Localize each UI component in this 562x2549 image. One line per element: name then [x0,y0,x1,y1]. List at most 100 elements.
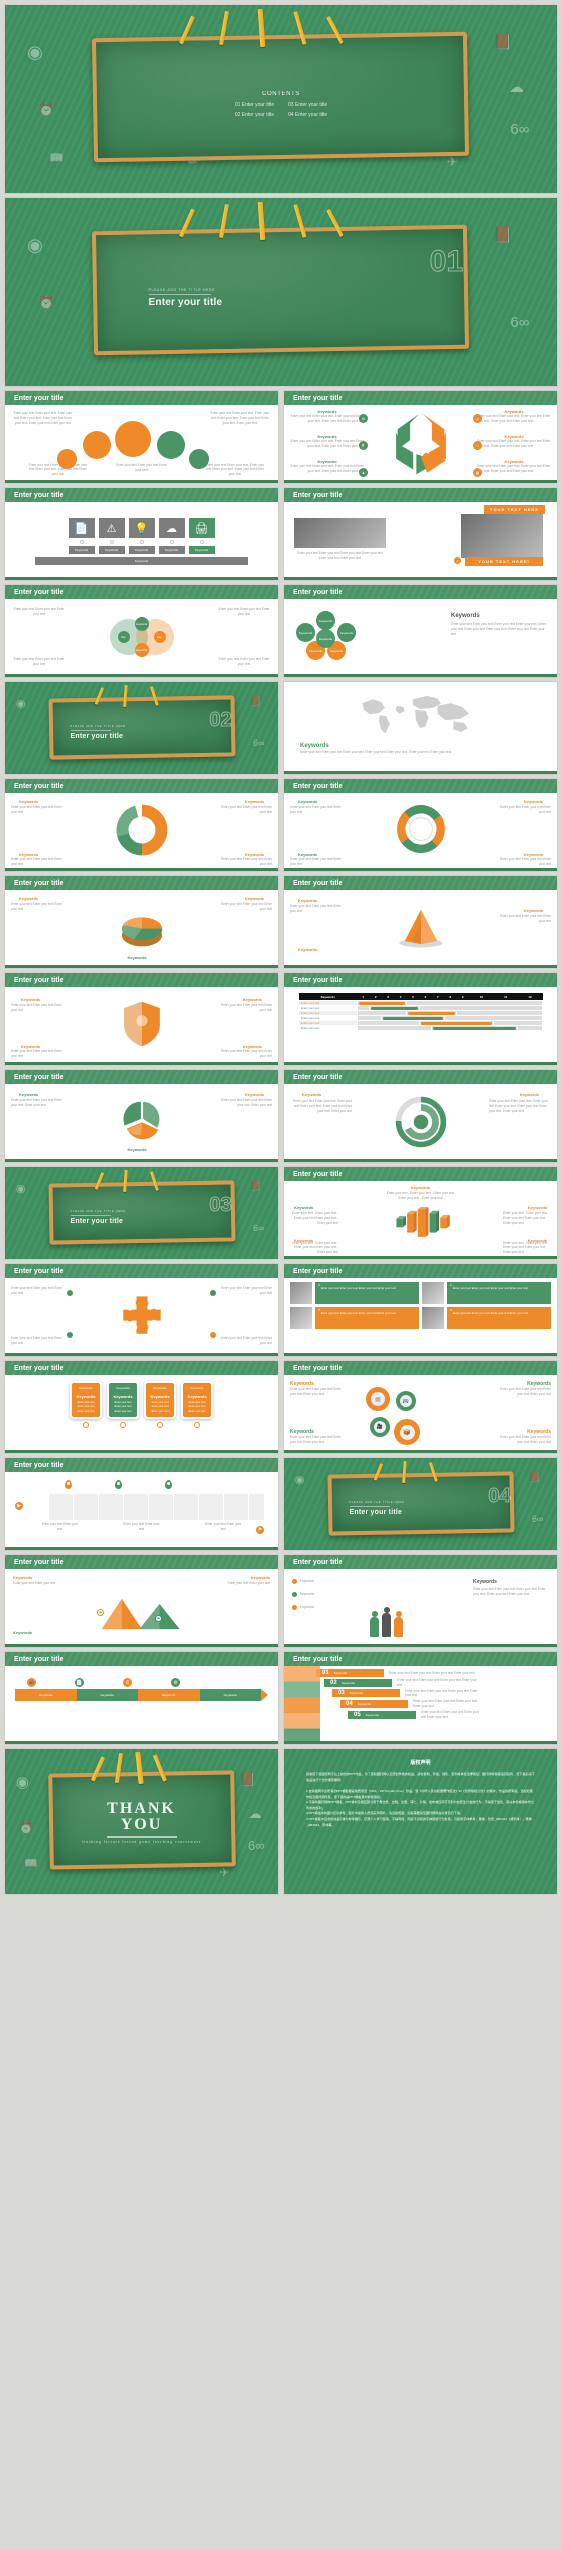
slide-donut[interactable]: Enter your title Keywords Enter your tex… [5,779,278,871]
gear-shape-4[interactable]: Keywords [154,428,188,462]
venn-node-right[interactable]: Key [153,631,166,643]
slide-timeline[interactable]: Enter your title Enter your text Enter y… [5,1458,278,1550]
venn-node-top[interactable]: Keywords [134,617,149,631]
badge-your-text-here[interactable]: YOUR TEXT HERE [483,505,545,514]
bulb-icon[interactable]: 💡 [359,441,368,450]
card-3[interactable]: Keywords Keywords Enter your text Enter … [144,1381,176,1420]
puzzle-node-2[interactable] [210,1290,216,1296]
box-icon[interactable]: 📦 [391,1416,423,1448]
cloud-icon[interactable]: ☁ [158,518,185,538]
process-step-4[interactable]: Keywords [199,1689,261,1701]
contents-item-3[interactable]: 03 Enter your title [288,102,327,108]
slide-numbered-list[interactable]: Enter your title 01 Keywords Enter your … [284,1652,557,1744]
slide-photos[interactable]: Enter your title YOUR TEXT HERE Enter yo… [284,488,557,580]
contents-item-2[interactable]: 02 Enter your title [235,112,274,118]
card-2[interactable]: Keywords Keywords Enter your text Enter … [107,1381,139,1420]
slide-shutter[interactable]: Enter your title Keywords Enter your tex… [284,391,557,483]
slide-mountains[interactable]: Enter your title Keywords Enter your tex… [5,1555,278,1647]
calculator-icon[interactable]: ▦ [363,1384,393,1414]
process-step-1[interactable]: Keywords [15,1689,77,1701]
petal-6[interactable]: Keywords [316,629,335,648]
play-icon[interactable]: ▶ [15,1502,23,1510]
gear-shape-2[interactable]: Keywords [80,428,114,462]
list-item[interactable]: 02 Keywords Enter your text Enter your t… [324,1678,553,1688]
puzzle-node-3[interactable] [67,1332,73,1338]
gear-icon[interactable]: ⚙ [171,1678,180,1687]
testimonial-card-2[interactable]: ” Enter your text Enter your text Enter … [447,1282,551,1304]
slide-cover[interactable]: ◉ ⏰ 📖 📕 ☁ 6∞ ✈ ☕ CONTENTS 01 Enter your … [5,5,557,193]
slide-venn[interactable]: Enter your title Enter your text Enter y… [5,585,278,677]
slide-thank-you[interactable]: ◉ ⏰ 📖 📕 ☁ 6∞ ✈ THANK YOU teaching lectur… [5,1749,278,1894]
document-icon[interactable]: 📄 [75,1678,84,1687]
slide-shield[interactable]: Enter your title Keywords Enter your tex… [5,973,278,1065]
section-title[interactable]: Enter your title [149,297,223,308]
businessman-world-map-photo[interactable] [461,514,543,558]
venn-node-bottom[interactable]: Keywords [134,643,149,657]
slide-pyramid[interactable]: Enter your title Keywords Enter your tex… [284,876,557,968]
woman2-avatar[interactable] [290,1307,312,1329]
printer-icon[interactable]: 🖨 [188,518,215,538]
slide-people[interactable]: Enter your title Keywords Keywords Keywo… [284,1555,557,1647]
process-step-3[interactable]: Keywords [138,1689,200,1701]
chart-icon[interactable]: ▦ [473,468,482,477]
petal-3[interactable]: Keywords [337,623,356,642]
contents-item-4[interactable]: 04 Enter your title [288,112,327,118]
testimonial-card-3[interactable]: ” Enter your text Enter your text Enter … [315,1307,419,1329]
mountains-shape[interactable] [98,1591,186,1637]
list-item[interactable]: 05 Keywords Enter your text Enter your t… [348,1710,553,1720]
section-title[interactable]: Enter your title [350,1509,403,1516]
puzzle-node-4[interactable] [210,1332,216,1338]
cta-button[interactable]: YOUR TEXT HERE! [465,557,543,566]
slide-icon-row[interactable]: Enter your title 📄 Keywords ⚠ Keywords 💡… [5,488,278,580]
slide-puzzle[interactable]: Enter your title Enter your text Enter y… [5,1264,278,1356]
petal-1[interactable]: Keywords [316,611,335,630]
slide-blocks3d[interactable]: Enter your title Keywords Enter your tex… [284,1167,557,1259]
card-4[interactable]: Keywords Keywords Enter your text Enter … [181,1381,213,1420]
slide-section-01[interactable]: ◉ ⏰ 📕 6∞ 01 PLEASE ADD THE TITLE HERE En… [5,198,557,386]
testimonial-card-1[interactable]: ” Enter your text Enter your text Enter … [315,1282,419,1304]
gear-icon[interactable]: ⚙ [359,414,368,423]
donut-chart[interactable] [115,803,169,857]
map-pin-icon-1[interactable] [65,1480,72,1489]
list-item[interactable]: 01 Keywords Enter your text Enter your t… [316,1669,553,1677]
puzzle-node-1[interactable] [67,1290,73,1296]
card-1[interactable]: Keywords Keywords Enter your text Enter … [70,1381,102,1420]
list-item[interactable]: 04 Keywords Enter your text Enter your t… [340,1699,553,1709]
slide-testimonials[interactable]: Enter your title ” Enter your text Enter… [284,1264,557,1356]
slide-pie3d[interactable]: Enter your title Keywords Enter your tex… [5,876,278,968]
gantt-table[interactable]: Keywords 1 2 3 4 5 6 7 8 9 10 11 12 Ente… [298,993,544,1031]
map-pin-icon-2[interactable] [115,1480,122,1489]
gauge-ring[interactable] [393,1094,449,1150]
slide-map[interactable]: Keywords Enter your text Enter your text… [284,682,557,774]
shield-shape[interactable] [120,995,164,1053]
pie-exploded[interactable] [115,1096,169,1142]
segmented-ring[interactable] [395,803,447,855]
slide-ring-icons[interactable]: Enter your title Keywords Enter your tex… [284,779,557,871]
map-pin-icon-3[interactable] [165,1480,172,1489]
flag-icon-1[interactable]: ⚑ [97,1609,104,1616]
flag-icon[interactable]: ⚑ [256,1526,264,1534]
pyramid-3d[interactable] [394,902,448,954]
section-title[interactable]: Enter your title [71,1218,124,1225]
pie-chart-3d[interactable] [114,904,170,952]
slide-section-02[interactable]: ◉ 📕 6∞ 02 PLEASE ADD THE TITLE HERE Ente… [5,682,278,774]
gear-shape-3[interactable]: Keywords [112,418,154,460]
video-icon[interactable]: 🎥 [367,1414,393,1440]
target-icon[interactable]: ◎ [473,414,482,423]
bulb-icon[interactable]: 💡 [128,518,155,538]
slide-section-04[interactable]: ◉ 📕 6∞ 04 PLEASE ADD THE TITLE HERE Ente… [284,1458,557,1550]
slide-process[interactable]: Enter your title Keywords Keywords Keywo… [5,1652,278,1744]
slide-gantt[interactable]: Enter your title Keywords 1 2 3 4 5 6 7 … [284,973,557,1065]
slide-gauge[interactable]: Enter your title Keywords Enter your tex… [284,1070,557,1162]
bus-icon[interactable]: 🚌 [393,1388,419,1414]
notebook-icon[interactable]: 📄 [68,518,95,538]
slide-cards[interactable]: Enter your title Keywords Keywords Enter… [5,1361,278,1453]
process-step-2[interactable]: Keywords [76,1689,138,1701]
clock-icon[interactable]: ⏱ [123,1678,132,1687]
contents-item-1[interactable]: 01 Enter your title [235,102,274,108]
megaphone-icon[interactable]: 📣 [27,1678,36,1687]
slide-pie-explode[interactable]: Enter your title Keywords Enter your tex… [5,1070,278,1162]
chess-photo[interactable] [294,518,386,548]
warning-icon[interactable]: ⚠ [98,518,125,538]
flag-icon-2[interactable]: ⚑ [155,1615,162,1622]
